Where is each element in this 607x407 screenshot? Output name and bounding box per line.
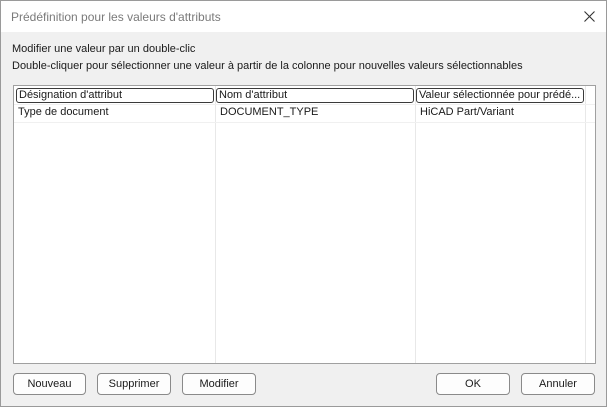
column-divider	[415, 86, 416, 363]
modify-button[interactable]: Modifier	[182, 373, 256, 395]
close-icon	[583, 11, 595, 22]
close-button[interactable]	[574, 2, 604, 31]
title-bar[interactable]: Prédéfinition pour les valeurs d'attribu…	[1, 1, 606, 32]
attribute-table[interactable]: Désignation d'attribut Nom d'attribut Va…	[13, 85, 596, 364]
column-divider	[585, 86, 586, 363]
window-title: Prédéfinition pour les valeurs d'attribu…	[11, 10, 221, 24]
dialog-window: Prédéfinition pour les valeurs d'attribu…	[0, 0, 607, 407]
column-divider	[215, 86, 216, 363]
new-button[interactable]: Nouveau	[13, 373, 86, 395]
table-cell-designation[interactable]: Type de document	[18, 106, 109, 118]
row-divider	[14, 104, 595, 105]
cancel-button[interactable]: Annuler	[521, 373, 595, 395]
ok-button[interactable]: OK	[436, 373, 510, 395]
delete-button[interactable]: Supprimer	[97, 373, 171, 395]
column-header-designation[interactable]: Désignation d'attribut	[16, 88, 214, 103]
column-header-name[interactable]: Nom d'attribut	[216, 88, 414, 103]
column-header-selected-value[interactable]: Valeur sélectionnée pour prédé...	[416, 88, 584, 103]
table-cell-name[interactable]: DOCUMENT_TYPE	[220, 106, 318, 118]
instruction-line-2: Double-cliquer pour sélectionner une val…	[12, 60, 523, 72]
row-divider	[14, 122, 595, 123]
instruction-line-1: Modifier une valeur par un double-clic	[12, 43, 196, 55]
table-cell-selected-value[interactable]: HiCAD Part/Variant	[420, 106, 514, 118]
